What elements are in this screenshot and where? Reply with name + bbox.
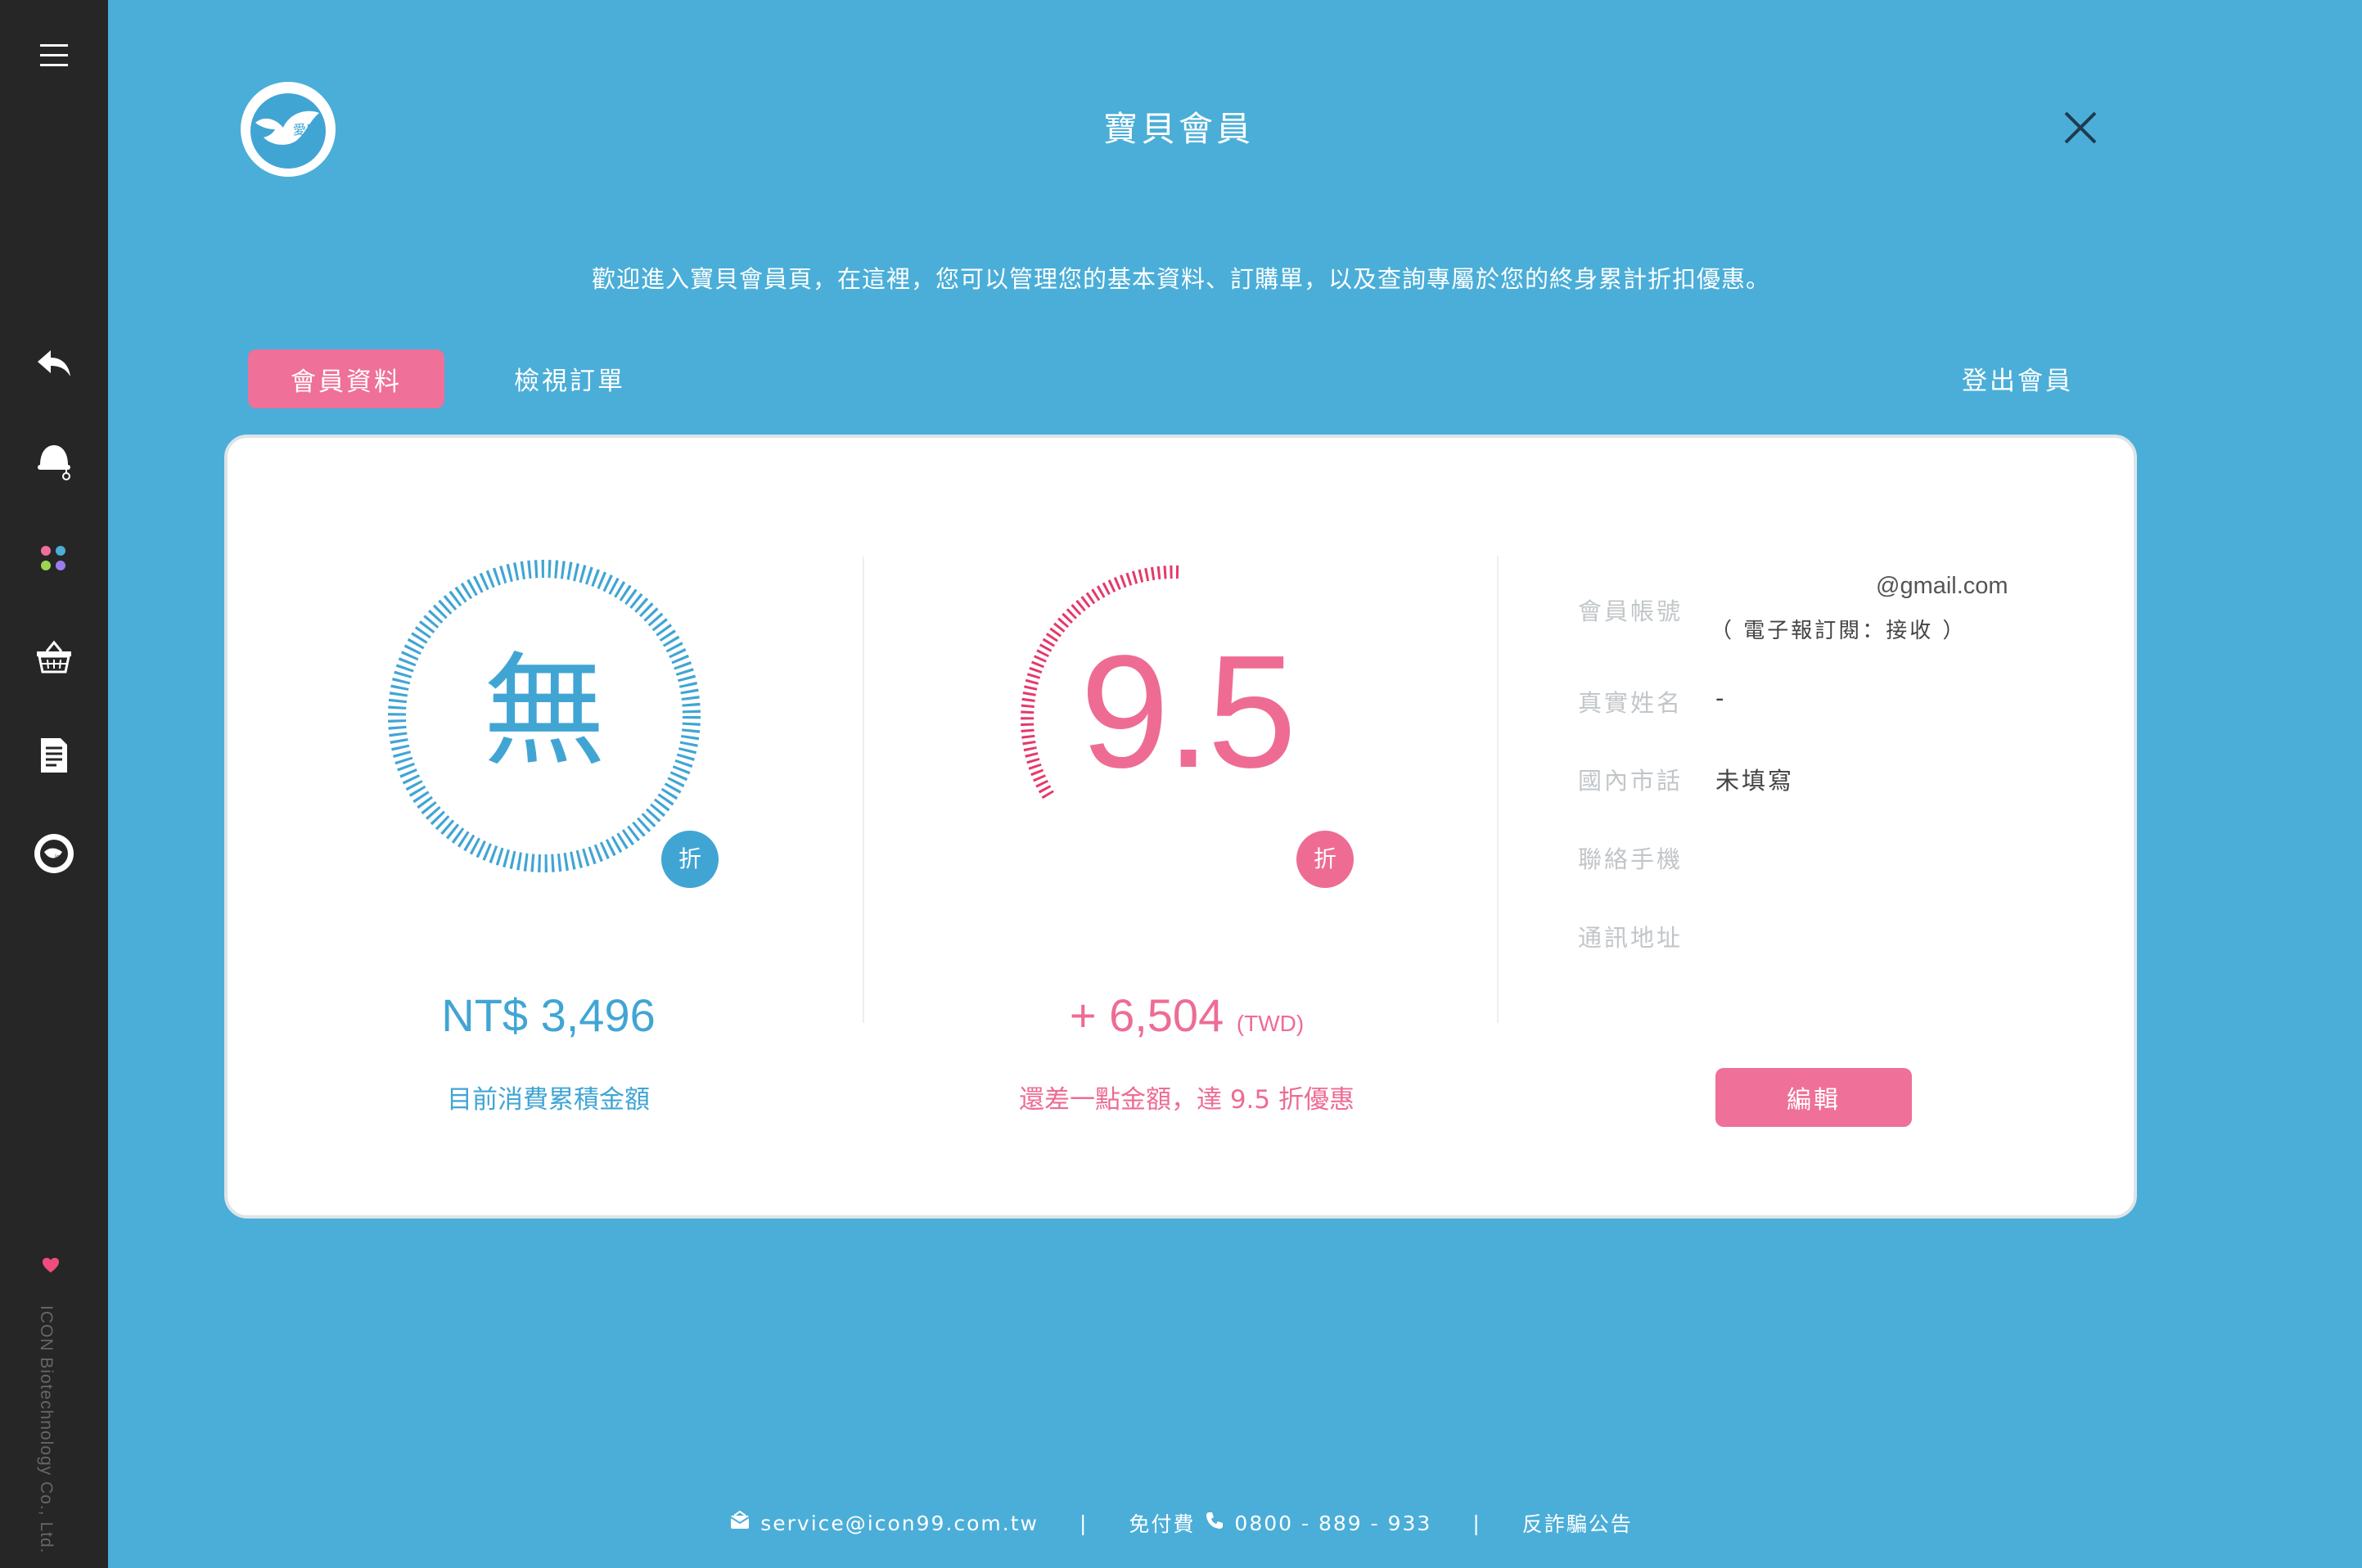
- sidebar: icon ICON Biotechnology Co., Ltd.: [0, 0, 108, 1568]
- divider: [1497, 556, 1499, 1023]
- back-icon[interactable]: [27, 336, 81, 390]
- footer-email[interactable]: service@icon99.com.tw: [760, 1512, 1039, 1535]
- account-label: 會員帳號: [1578, 597, 1684, 625]
- mail-icon: [729, 1510, 751, 1535]
- next-discount-value: 9.5: [1080, 622, 1296, 801]
- tab-view-orders[interactable]: 檢視訂單: [514, 360, 625, 397]
- footer: service@icon99.com.tw | 免付費 0800 - 889 -…: [0, 1508, 2362, 1538]
- svg-text:ICON: ICON: [298, 141, 313, 147]
- remaining-amount-currency: (TWD): [1236, 1011, 1305, 1036]
- accumulated-amount-label: 目前消費累積金額: [447, 1085, 650, 1115]
- name-label: 真實姓名: [1578, 689, 1684, 717]
- address-label: 通訊地址: [1578, 924, 1684, 952]
- dots-grid-icon[interactable]: [27, 532, 81, 586]
- next-discount-badge: 折: [1296, 831, 1354, 888]
- tab-member-info[interactable]: 會員資料: [248, 349, 444, 408]
- user-cap-icon[interactable]: [27, 434, 81, 488]
- divider: [863, 556, 864, 1023]
- phone-label: 國內市話: [1578, 767, 1684, 795]
- heart-icon: [41, 1256, 61, 1277]
- remaining-amount: + 6,504 (TWD): [982, 989, 1391, 1042]
- footer-phone[interactable]: 0800 - 889 - 933: [1234, 1512, 1431, 1535]
- mobile-label: 聯絡手機: [1578, 845, 1684, 873]
- current-discount-badge: 折: [661, 831, 719, 888]
- accumulated-amount: NT$ 3,496: [441, 989, 656, 1041]
- logout-link[interactable]: 登出會員: [1962, 360, 2073, 397]
- newsletter-status: （ 電子報訂閱：接收 ）: [1711, 619, 1967, 643]
- document-icon[interactable]: [27, 728, 81, 782]
- remaining-amount-value: + 6,504: [1069, 989, 1224, 1041]
- svg-text:icon: icon: [55, 854, 67, 860]
- name-value: -: [1715, 684, 1727, 712]
- footer-separator: |: [1472, 1511, 1481, 1535]
- phone-value: 未填寫: [1715, 767, 1795, 795]
- edit-button[interactable]: 編輯: [1715, 1068, 1912, 1127]
- page-title: 寶貝會員: [1102, 109, 1254, 149]
- account-value: @gmail.com: [1876, 573, 2008, 599]
- footer-separator: |: [1079, 1511, 1089, 1535]
- basket-icon[interactable]: [27, 630, 81, 684]
- remaining-amount-label: 還差一點金額，達 9.5 折優惠: [1018, 1085, 1355, 1115]
- svg-text:愛康: 愛康: [293, 122, 319, 137]
- current-discount-value: 無: [482, 641, 606, 783]
- close-icon[interactable]: [2062, 110, 2098, 146]
- footer-tollfree-label: 免付費: [1129, 1512, 1196, 1536]
- fraud-notice-link[interactable]: 反詐騙公告: [1522, 1508, 1633, 1538]
- welcome-text: 歡迎進入寶貝會員頁，在這裡，您可以管理您的基本資料、訂購單，以及查詢專屬於您的終…: [591, 265, 1770, 293]
- menu-icon[interactable]: [27, 29, 81, 83]
- brand-logo[interactable]: 愛康 ICON: [239, 80, 337, 178]
- icon-logo-icon[interactable]: icon: [27, 827, 81, 881]
- phone-icon: [1205, 1511, 1224, 1535]
